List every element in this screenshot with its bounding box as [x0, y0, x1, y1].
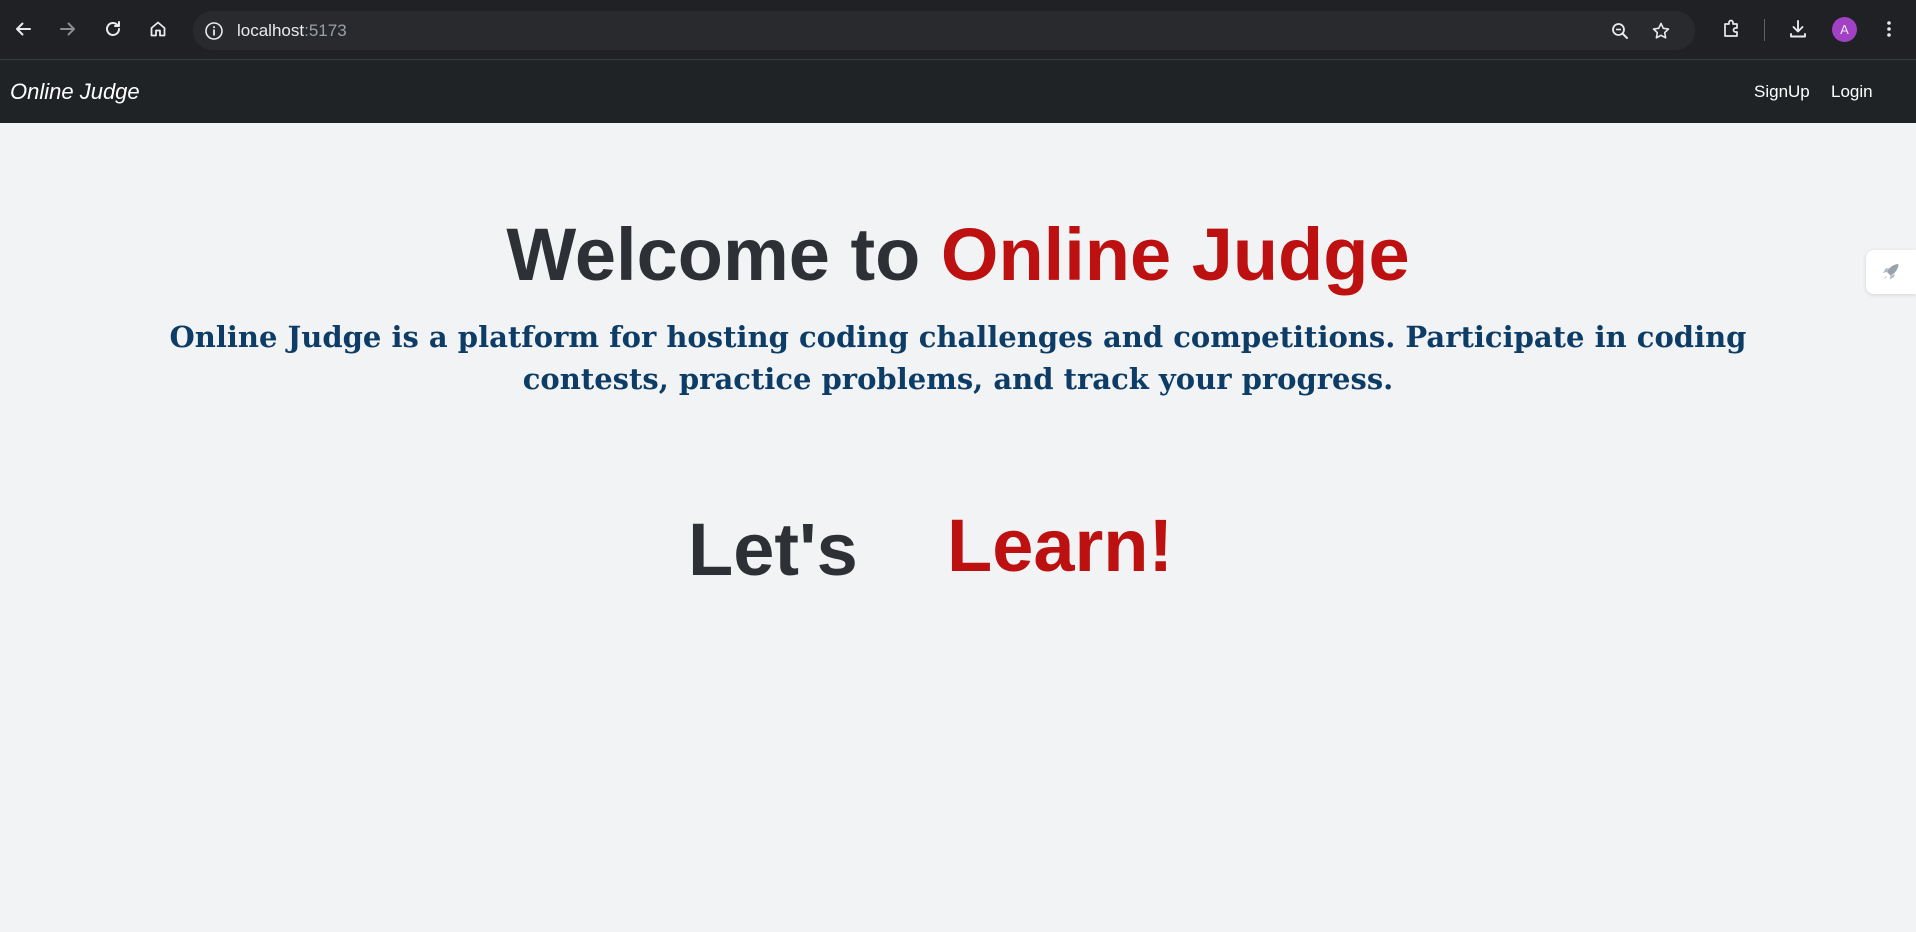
home-button[interactable]	[142, 13, 174, 45]
toolbar-divider	[1764, 19, 1765, 41]
download-icon	[1790, 20, 1806, 38]
puzzle-icon	[1724, 19, 1738, 37]
arrow-left-icon	[16, 22, 31, 36]
welcome-heading-accent: Online Judge	[940, 213, 1410, 296]
welcome-heading-prefix: Welcome to	[506, 213, 941, 296]
url-host: localhost	[237, 21, 305, 40]
home-icon	[150, 21, 166, 37]
lets-text: Let's	[688, 508, 858, 591]
extensions-button[interactable]	[1716, 13, 1748, 45]
url-text[interactable]: localhost:5173	[237, 20, 347, 42]
kebab-menu-icon	[1887, 21, 1891, 37]
reload-icon	[106, 21, 120, 36]
floating-widget-button[interactable]	[1866, 250, 1916, 294]
rocket-icon	[1883, 264, 1899, 280]
back-button[interactable]	[7, 13, 39, 45]
zoom-icon[interactable]	[1608, 19, 1632, 43]
forward-button[interactable]	[52, 13, 84, 45]
learn-text: Learn!	[947, 504, 1174, 587]
address-bar[interactable]: localhost:5173	[193, 11, 1695, 50]
signup-link[interactable]: SignUp	[1754, 81, 1810, 103]
brand-link[interactable]: Online Judge	[10, 78, 140, 106]
url-port: :5173	[304, 21, 347, 40]
welcome-heading: Welcome to Online Judge	[0, 212, 1916, 298]
menu-button[interactable]	[1873, 13, 1905, 45]
arrow-right-icon	[60, 22, 75, 36]
browser-toolbar: localhost:5173 A	[0, 0, 1916, 60]
info-icon[interactable]	[203, 20, 225, 42]
downloads-button[interactable]	[1782, 13, 1814, 45]
platform-description: Online Judge is a platform for hosting c…	[169, 320, 1747, 396]
profile-avatar[interactable]: A	[1832, 17, 1857, 42]
reload-button[interactable]	[97, 13, 129, 45]
app-navbar: Online Judge SignUp Login	[0, 60, 1916, 123]
star-icon[interactable]	[1649, 19, 1673, 43]
login-link[interactable]: Login	[1831, 81, 1873, 103]
